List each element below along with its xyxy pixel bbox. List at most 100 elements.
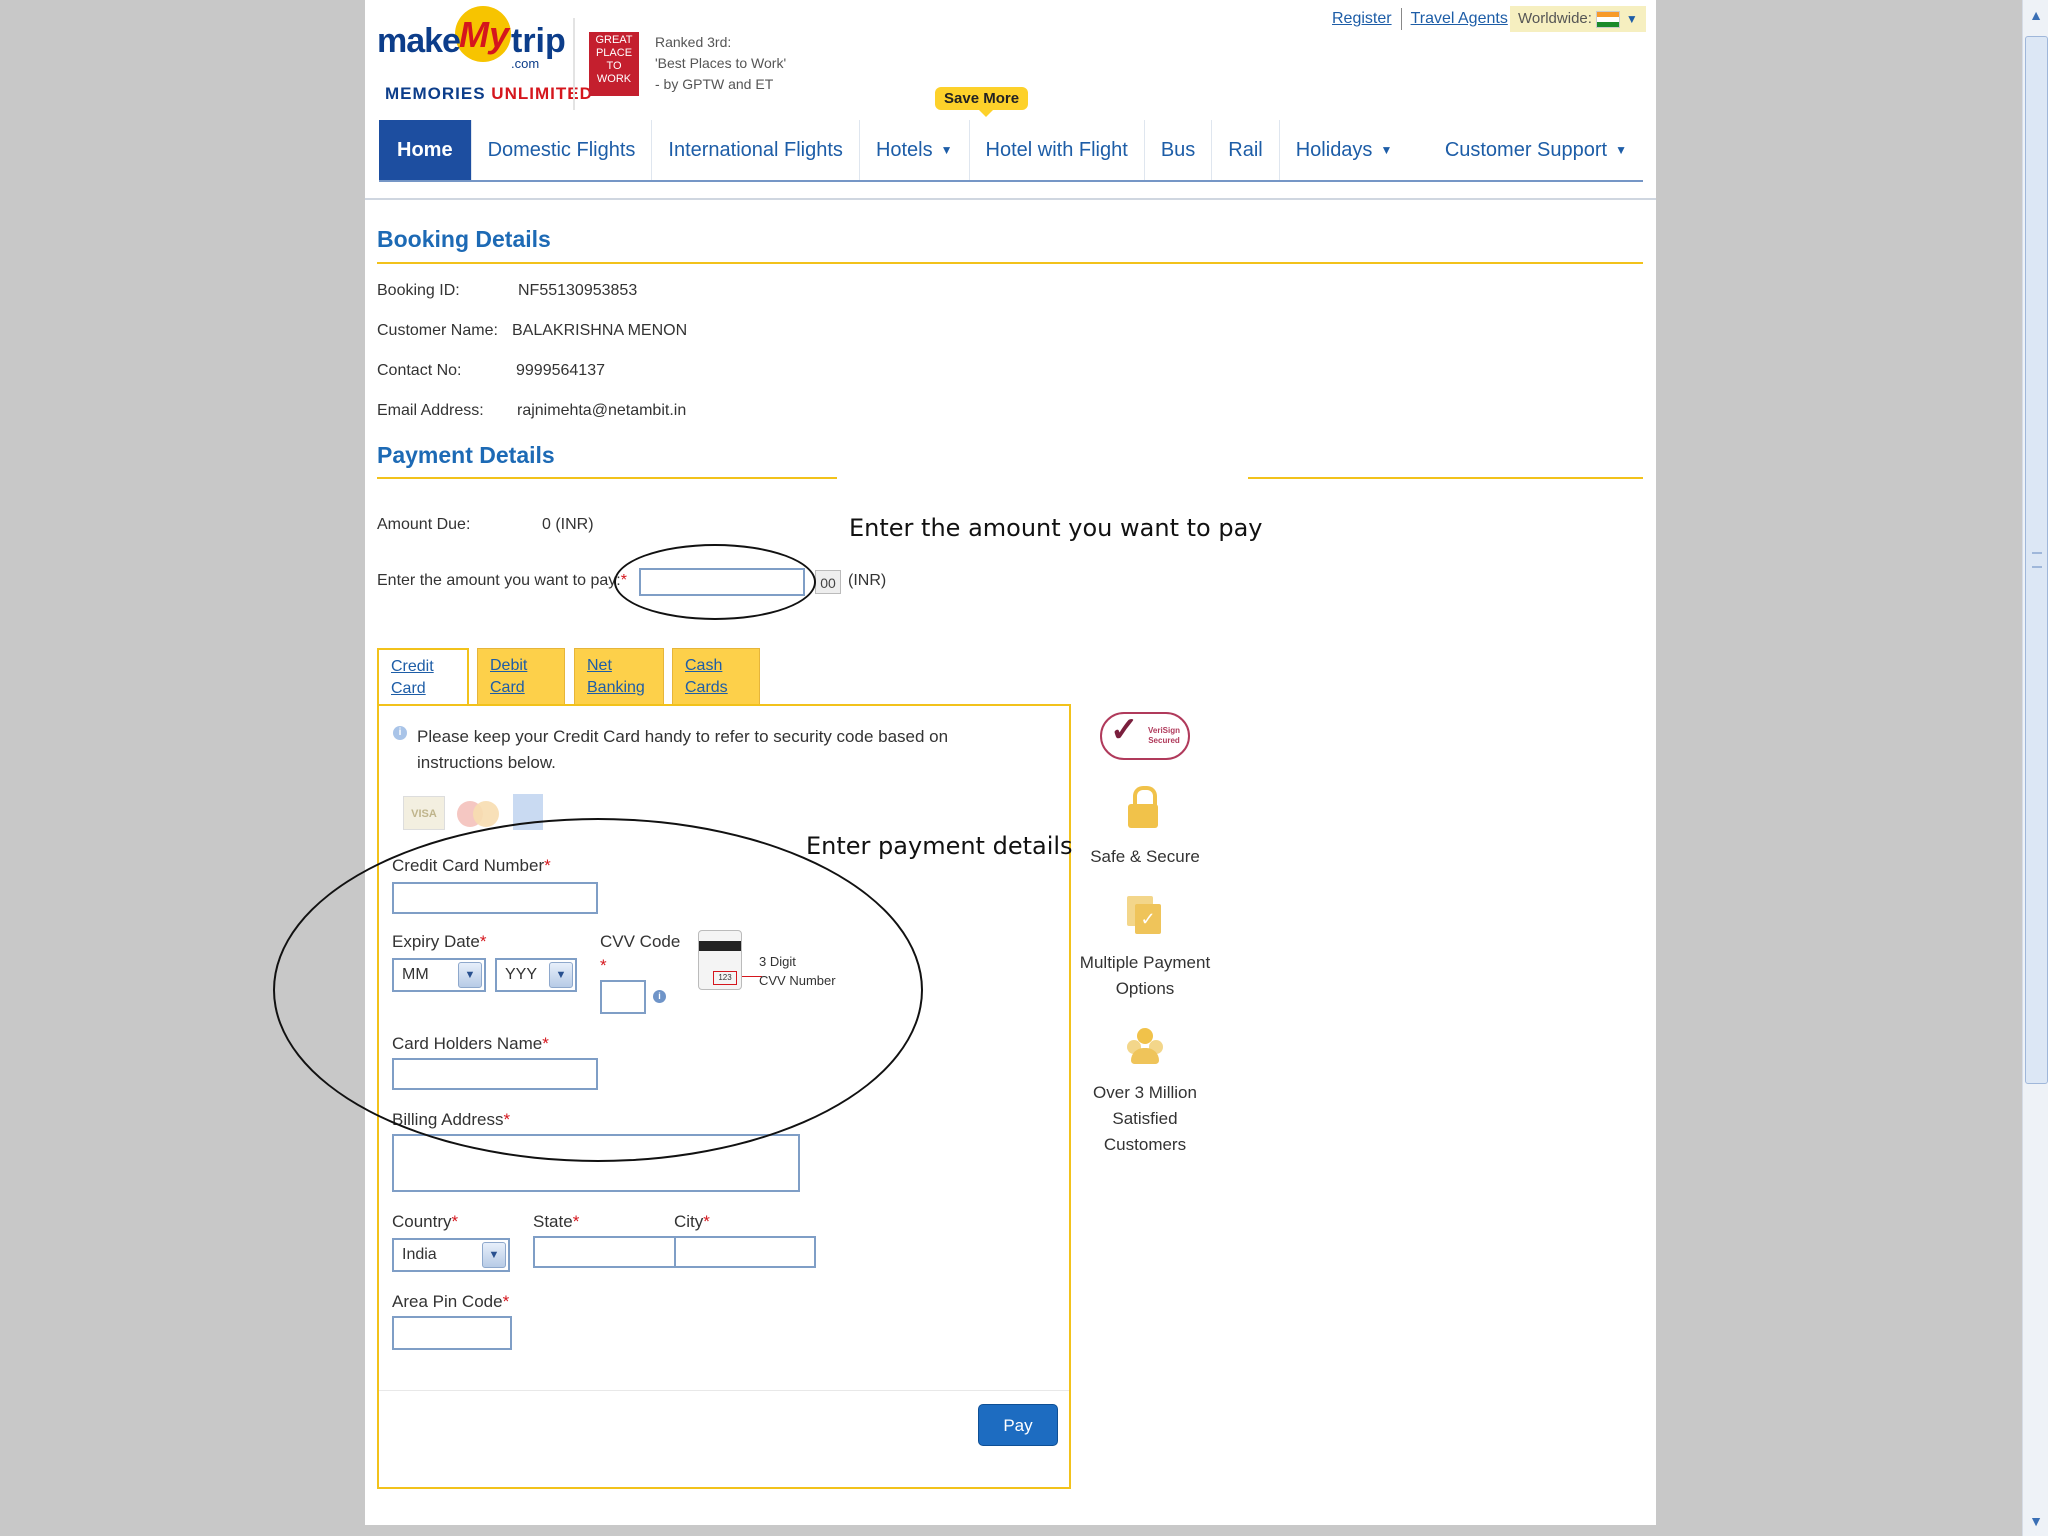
multiple-payment-text: Multiple Payment Options: [1050, 950, 1240, 1002]
state-label-text: State: [533, 1212, 573, 1231]
logo-tagline: MEMORIES UNLIMITED: [385, 84, 593, 104]
multiple-cards-icon: ✓: [1127, 896, 1163, 936]
payment-rule-left: [377, 477, 837, 479]
tab-credit-card-line: Card: [391, 680, 426, 697]
scroll-up-icon[interactable]: ▲: [2023, 2, 2048, 28]
worldwide-label: Worldwide:: [1518, 10, 1592, 27]
nav-customer-support[interactable]: Customer Support ▼: [1429, 120, 1643, 180]
city-label-text: City: [674, 1212, 704, 1231]
state-input[interactable]: [533, 1236, 677, 1268]
checkmark-icon: ✓: [1110, 711, 1139, 749]
tagline-memories: MEMORIES: [385, 84, 486, 103]
country-select[interactable]: India ▼: [392, 1238, 510, 1272]
multiple-payment-line: Options: [1115, 979, 1175, 998]
gptw-badge: GREAT PLACE TO WORK: [589, 32, 639, 96]
amount-currency: (INR): [848, 572, 887, 589]
tab-credit-card[interactable]: Credit Card: [377, 648, 469, 706]
india-flag-icon: [1595, 10, 1620, 28]
city-input[interactable]: [674, 1236, 816, 1268]
tab-net-banking[interactable]: Net Banking: [574, 648, 664, 704]
email-label: Email Address:: [377, 402, 484, 419]
gptw-line: Ranked 3rd:: [655, 34, 732, 50]
person-body: [1131, 1048, 1159, 1064]
safe-secure-text: Safe & Secure: [1090, 847, 1200, 866]
required-mark: *: [502, 1292, 510, 1311]
nav-holidays-label: Holidays: [1295, 138, 1373, 161]
tab-cash-cards[interactable]: Cash Cards: [672, 648, 760, 704]
verisign-badge: ✓ VeriSign Secured: [1100, 711, 1190, 760]
customers-line: Satisfied: [1112, 1109, 1178, 1128]
header-divider: [573, 18, 575, 110]
booking-details-title: Booking Details: [377, 226, 551, 252]
gptw-line: 'Best Places to Work': [655, 55, 787, 71]
lock-body: [1128, 804, 1158, 828]
verisign-text: VeriSign Secured: [1147, 726, 1180, 745]
country-label: Country*: [392, 1212, 458, 1232]
contact-value: 9999564137: [516, 362, 605, 379]
visa-icon: VISA: [403, 796, 445, 830]
main-nav: Home Domestic Flights International Flig…: [379, 120, 1643, 182]
scroll-down-icon[interactable]: ▼: [2023, 1508, 2048, 1534]
tab-cash-cards-line: Cash: [685, 657, 723, 674]
travel-agents-link[interactable]: Travel Agents: [1411, 10, 1508, 27]
tagline-unlimited: UNLIMITED: [491, 84, 593, 103]
scrollbar-thumb[interactable]: [2025, 36, 2048, 1084]
nav-holidays[interactable]: Holidays ▼: [1280, 120, 1409, 180]
vertical-scrollbar[interactable]: ▲ ▼: [2022, 0, 2048, 1536]
header-rule: [365, 198, 1656, 200]
multiple-payment-line: Multiple Payment: [1079, 953, 1211, 972]
logo-dotcom: .com: [511, 56, 540, 71]
nav-rail[interactable]: Rail: [1212, 120, 1280, 180]
customers-line: Over 3 Million: [1093, 1083, 1197, 1102]
customer-name-label: Customer Name:: [377, 322, 498, 339]
top-links: Register Travel Agents: [1332, 8, 1508, 30]
payment-details-title: Payment Details: [377, 442, 555, 468]
nav-hotels[interactable]: Hotels ▼: [860, 120, 970, 180]
annotation-details: Enter payment details: [806, 832, 1073, 860]
annotation-ellipse-details: [273, 818, 923, 1162]
nav-domestic-flights[interactable]: Domestic Flights: [472, 120, 653, 180]
info-line: Please keep your Credit Card handy to re…: [417, 727, 949, 746]
nav-home[interactable]: Home: [379, 120, 472, 180]
required-mark: *: [451, 1212, 459, 1231]
state-label: State*: [533, 1212, 579, 1232]
save-more-badge: Save More: [935, 87, 1029, 117]
gptw-text: Ranked 3rd: 'Best Places to Work' - by G…: [655, 32, 786, 95]
link-divider: [1400, 8, 1402, 30]
chevron-down-icon: ▼: [1625, 12, 1638, 26]
contact-label: Contact No:: [377, 362, 462, 379]
panel-divider: [379, 1390, 1069, 1391]
tab-debit-card-line: Card: [490, 679, 525, 696]
paise-field: 00: [815, 570, 841, 594]
logo-make: make: [377, 22, 461, 60]
gptw-line: - by GPTW and ET: [655, 76, 774, 92]
chevron-down-icon: ▼: [482, 1242, 506, 1268]
chevron-down-icon: ▼: [1380, 143, 1393, 157]
city-label: City*: [674, 1212, 710, 1232]
tab-net-banking-line: Banking: [587, 679, 645, 696]
customers-text: Over 3 Million Satisfied Customers: [1050, 1080, 1240, 1158]
worldwide-selector[interactable]: Worldwide: ▼: [1510, 6, 1646, 32]
customers-line: Customers: [1103, 1135, 1187, 1154]
tab-debit-card[interactable]: Debit Card: [477, 648, 565, 704]
pin-code-input[interactable]: [392, 1316, 512, 1350]
chevron-down-icon: ▼: [940, 143, 953, 157]
nav-customer-support-label: Customer Support: [1444, 138, 1608, 161]
logo-my: My: [459, 14, 510, 55]
tab-debit-card-line: Debit: [490, 657, 528, 674]
mastercard-circle: [473, 801, 499, 827]
pay-button[interactable]: Pay: [978, 1404, 1058, 1446]
nav-hotel-with-flight[interactable]: Hotel with Flight: [970, 120, 1145, 180]
annotation-amount: Enter the amount you want to pay: [849, 514, 1263, 542]
nav-international-flights[interactable]: International Flights: [652, 120, 860, 180]
country-label-text: Country: [392, 1212, 452, 1231]
register-link[interactable]: Register: [1332, 10, 1392, 27]
booking-rule: [377, 262, 1643, 264]
enter-amount-label: Enter the amount you want to pay:*: [377, 572, 627, 590]
info-text: Please keep your Credit Card handy to re…: [417, 724, 948, 776]
grip-icon: [2032, 552, 2042, 568]
required-mark: *: [572, 1212, 580, 1231]
info-line: instructions below.: [417, 753, 556, 772]
nav-bus[interactable]: Bus: [1145, 120, 1213, 180]
